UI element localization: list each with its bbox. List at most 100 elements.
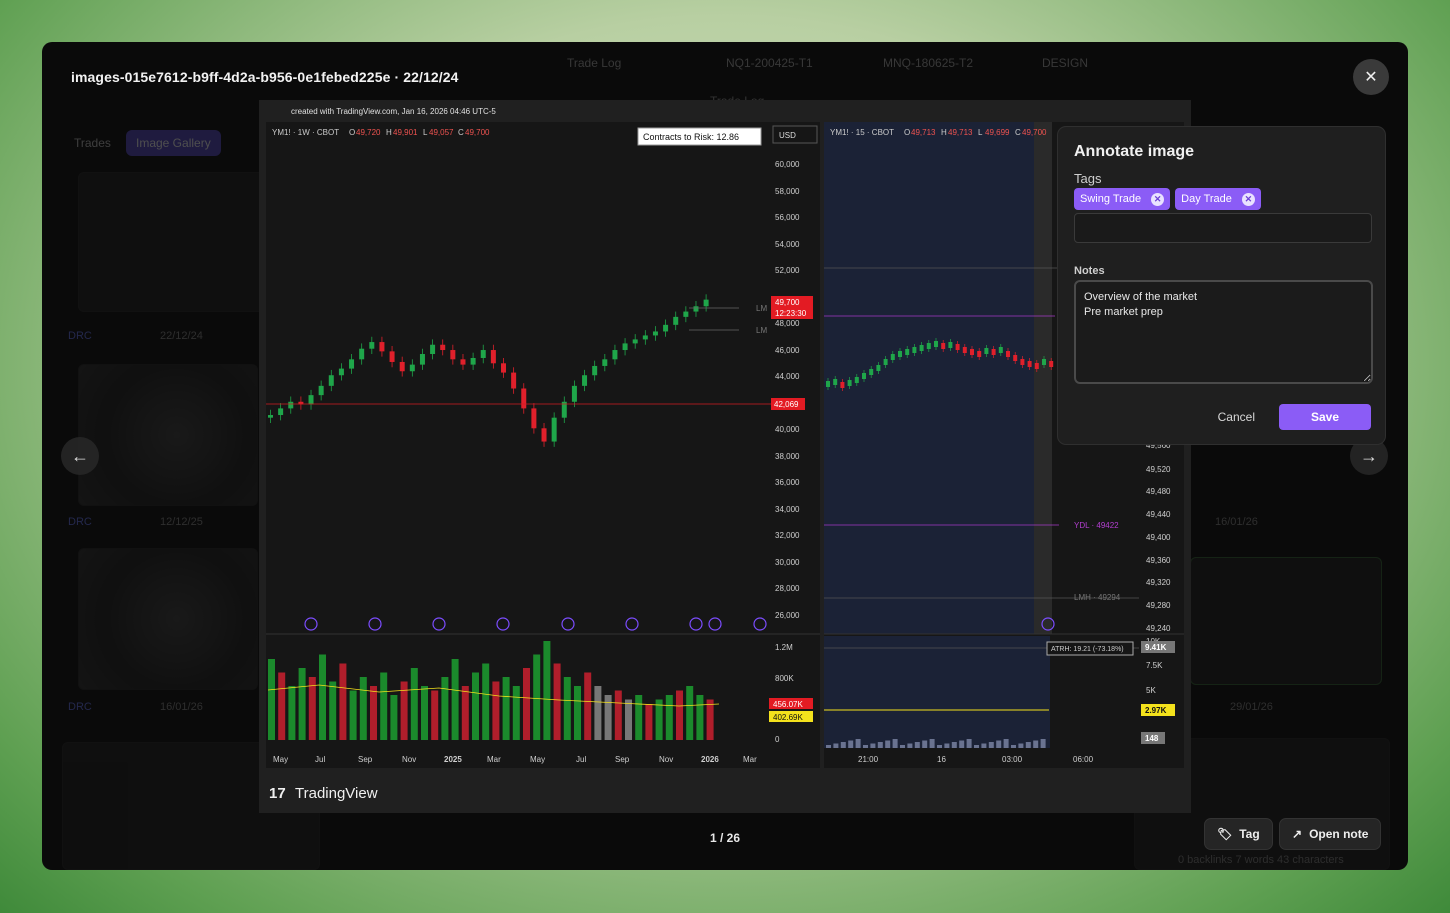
close-button[interactable]: ✕: [1353, 59, 1389, 95]
left-volume-bar: [441, 677, 449, 740]
bg-label: DRC: [68, 701, 92, 713]
left-candle: [652, 331, 658, 336]
last-price-badge: 49,700: [775, 298, 800, 307]
left-candle: [490, 350, 496, 364]
left-price-tick: 58,000: [775, 187, 800, 196]
left-candle: [288, 401, 294, 409]
left-candle: [268, 415, 273, 418]
right-candle: [840, 382, 845, 388]
right-candle: [847, 380, 852, 386]
remove-tag-icon[interactable]: ✕: [1151, 192, 1165, 206]
close-icon: ✕: [1364, 69, 1378, 86]
left-volume-bar: [614, 690, 622, 740]
right-candle: [926, 343, 931, 349]
right-candle: [991, 349, 996, 355]
left-volume-bar: [553, 663, 561, 740]
right-candle: [934, 341, 938, 347]
left-price-tick: 44,000: [775, 372, 800, 381]
bg-label: DRC: [68, 330, 92, 342]
left-c: 49,700: [465, 128, 490, 137]
bg-thumbnail: [78, 548, 258, 690]
left-time-tick: May: [273, 755, 288, 764]
left-candle: [541, 428, 547, 442]
left-volume-bar: [359, 677, 367, 740]
left-volume-bar: [706, 699, 714, 740]
left-volume-bar: [584, 672, 592, 740]
right-candle: [984, 348, 989, 354]
right-o-label: O: [904, 128, 910, 137]
open-note-button[interactable]: ↗ Open note: [1279, 818, 1382, 850]
left-price-tick: 30,000: [775, 558, 800, 567]
left-volume-bar: [563, 677, 571, 740]
right-volume-bar: [1011, 745, 1016, 748]
left-volume-bar: [421, 686, 428, 740]
left-candle: [571, 385, 577, 402]
right-vol-tick: 5K: [1146, 686, 1156, 695]
right-volume-bar: [966, 739, 972, 748]
right-price-tick: 49,480: [1146, 487, 1171, 496]
left-candle: [511, 372, 517, 389]
left-price-tick: 46,000: [775, 346, 800, 355]
right-volume-bar: [855, 739, 861, 748]
left-candle: [430, 344, 436, 355]
remove-tag-icon[interactable]: ✕: [1241, 192, 1255, 206]
right-candle: [876, 365, 881, 371]
tag-button[interactable]: 🏷 Tag: [1204, 818, 1273, 850]
right-volume-bar: [1025, 742, 1031, 748]
left-candle: [521, 388, 527, 409]
left-price-tick: 28,000: [775, 584, 800, 593]
cancel-button[interactable]: Cancel: [1208, 404, 1265, 430]
left-candle: [419, 354, 425, 365]
left-time-tick: Mar: [743, 755, 757, 764]
bg-thumbnail: [1190, 557, 1382, 685]
save-button[interactable]: Save: [1279, 404, 1371, 430]
left-time-tick: Jul: [576, 755, 586, 764]
tag-input[interactable]: [1074, 213, 1372, 243]
right-volume-bar: [870, 743, 876, 748]
right-time-tick: 03:00: [1002, 755, 1023, 764]
right-vol-badge: 2.97K: [1145, 706, 1167, 715]
left-volume-bar: [625, 699, 632, 740]
left-candle: [379, 342, 385, 352]
right-price-tick: 49,440: [1146, 510, 1171, 519]
left-candle: [501, 363, 507, 373]
bg-label: 16/01/26: [160, 701, 203, 713]
bg-thumbnail: [78, 172, 268, 312]
right-volume-bar: [885, 740, 891, 748]
right-volume-bar: [907, 743, 913, 748]
left-candle: [602, 359, 608, 366]
vol-yellow-badge: 402.69K: [773, 713, 803, 722]
left-l-label: L: [423, 128, 428, 137]
right-volume-bar: [840, 742, 846, 748]
right-candle: [854, 377, 859, 383]
left-volume-bar: [502, 677, 510, 740]
tag-chip: Day Trade ✕: [1175, 188, 1261, 210]
left-candle: [642, 335, 648, 340]
tags-list: Swing Trade ✕ Day Trade ✕: [1074, 188, 1369, 210]
left-o: 49,720: [356, 128, 381, 137]
chart-image: created with TradingView.com, Jan 16, 20…: [259, 100, 1191, 813]
annotate-panel: Annotate image Tags Swing Trade ✕ Day Tr…: [1057, 126, 1386, 445]
notes-textarea[interactable]: [1074, 280, 1373, 384]
right-price-tick: 49,320: [1146, 578, 1171, 587]
open-note-label: Open note: [1309, 827, 1369, 841]
left-volume-bar: [349, 690, 357, 740]
notes-label: Notes: [1074, 265, 1105, 277]
left-volume-bar: [461, 686, 469, 740]
arrow-right-icon: →: [1360, 445, 1378, 466]
bg-label: 22/12/24: [160, 330, 203, 342]
left-candle: [338, 368, 344, 376]
left-vol-tick: 1.2M: [775, 643, 793, 652]
right-volume-bar: [877, 742, 883, 748]
left-candle: [308, 395, 314, 405]
left-h-label: H: [386, 128, 392, 137]
level-tag: LM: [756, 326, 767, 335]
left-volume-bar: [370, 686, 377, 740]
right-volume-bar: [833, 743, 839, 748]
bg-trades-button: Trades: [74, 136, 111, 150]
prev-image-button[interactable]: ←: [61, 437, 99, 475]
left-volume-bar: [451, 659, 459, 740]
left-candle: [440, 344, 446, 351]
right-vol-badge: 148: [1145, 734, 1159, 743]
right-candle: [941, 343, 946, 349]
